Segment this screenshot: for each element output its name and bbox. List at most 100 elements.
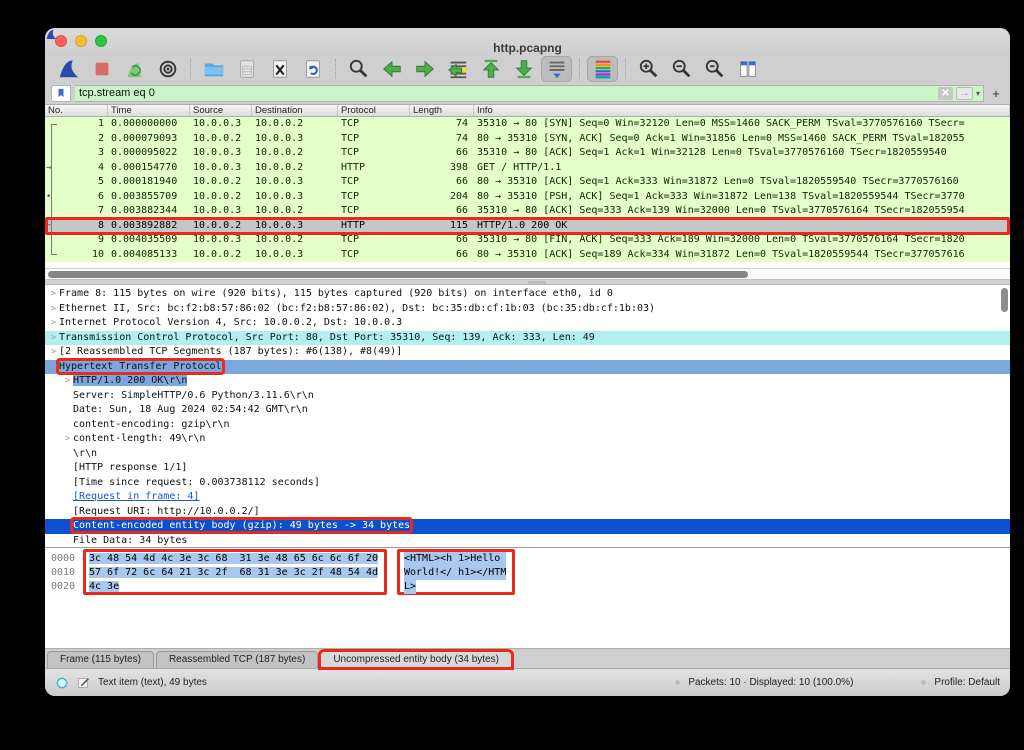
display-filter-input[interactable]: tcp.stream eq 0 ✕ → ▾	[75, 85, 984, 102]
packet-source: 10.0.0.3	[190, 233, 252, 248]
column-header[interactable]: Protocol	[338, 105, 410, 116]
column-header[interactable]: Length	[410, 105, 474, 116]
colorize-packets-icon[interactable]	[587, 56, 618, 82]
filter-bookmark-button[interactable]	[51, 85, 71, 102]
packet-length: 66	[410, 204, 474, 219]
table-row[interactable]: •6 0.003855709 10.0.0.2 10.0.0.3 TCP 204…	[45, 190, 1010, 205]
detail-tree-line[interactable]: >HTTP/1.0 200 OK\r\n	[45, 374, 1010, 389]
close-file-icon[interactable]	[264, 56, 295, 82]
resize-columns-icon[interactable]	[732, 56, 763, 82]
column-header[interactable]: Info	[474, 105, 1010, 116]
expander-caret-icon[interactable]: >	[62, 374, 73, 389]
hex-bytes[interactable]: 4c 3e	[89, 581, 119, 592]
column-header[interactable]: No.	[45, 105, 108, 116]
detail-tree-line[interactable]: >Internet Protocol Version 4, Src: 10.0.…	[45, 316, 1010, 331]
detail-tree-line[interactable]: [Request in frame: 4]	[45, 490, 1010, 505]
detail-tree-line[interactable]: >Hypertext Transfer Protocol	[45, 360, 1010, 375]
packet-number: 7	[98, 205, 104, 216]
capture-comment-icon[interactable]	[77, 676, 90, 689]
restart-capture-icon[interactable]	[119, 56, 150, 82]
last-packet-icon[interactable]	[508, 56, 539, 82]
stop-capture-icon[interactable]	[86, 56, 117, 82]
go-to-packet-icon[interactable]	[442, 56, 473, 82]
find-packet-icon[interactable]	[343, 56, 374, 82]
expander-caret-icon[interactable]: >	[46, 361, 61, 372]
previous-packet-icon[interactable]	[376, 56, 407, 82]
byte-view-tab[interactable]: Uncompressed entity body (34 bytes)	[320, 651, 512, 668]
table-row[interactable]: 10 0.004085133 10.0.0.2 10.0.0.3 TCP 66 …	[45, 248, 1010, 263]
filter-apply-icon[interactable]: →	[956, 87, 973, 100]
byte-view-tabs: Frame (115 bytes) Reassembled TCP (187 b…	[45, 648, 1010, 668]
detail-tree-line[interactable]: >[2 Reassembled TCP Segments (187 bytes)…	[45, 345, 1010, 360]
byte-view-tab[interactable]: Reassembled TCP (187 bytes)	[156, 651, 318, 668]
auto-scroll-icon[interactable]	[541, 56, 572, 82]
detail-text: Transmission Control Protocol, Src Port:…	[59, 332, 595, 343]
zoom-out-icon[interactable]	[666, 56, 697, 82]
expander-caret-icon[interactable]: >	[48, 316, 59, 331]
expander-caret-icon[interactable]: >	[48, 345, 59, 360]
expert-info-icon[interactable]	[55, 676, 69, 690]
detail-text: content-length: 49\r\n	[73, 433, 205, 444]
hex-ascii[interactable]: L>	[404, 580, 416, 594]
column-header[interactable]: Destination	[252, 105, 338, 116]
profile-status[interactable]: Profile: Default	[934, 677, 1000, 688]
table-row[interactable]: 5 0.000181940 10.0.0.2 10.0.0.3 TCP 66 8…	[45, 175, 1010, 190]
column-header[interactable]: Source	[190, 105, 252, 116]
scrollbar-thumb[interactable]	[48, 271, 748, 278]
hex-ascii[interactable]: World!</ h1></HTM	[404, 566, 506, 580]
first-packet-icon[interactable]	[475, 56, 506, 82]
capture-options-icon[interactable]	[152, 56, 183, 82]
hex-row[interactable]: 001057 6f 72 6c 64 21 3c 2f 68 31 3e 3c …	[45, 566, 1010, 580]
filter-add-button[interactable]: +	[988, 86, 1004, 101]
detail-tree-line[interactable]: [HTTP response 1/1]	[45, 461, 1010, 476]
hex-row[interactable]: 00204c 3eL>	[45, 580, 1010, 594]
detail-text: File Data: 34 bytes	[73, 535, 187, 546]
table-row[interactable]: 1 0.000000000 10.0.0.3 10.0.0.2 TCP 74 3…	[45, 117, 1010, 132]
table-row[interactable]: 2 0.000079093 10.0.0.2 10.0.0.3 TCP 74 8…	[45, 132, 1010, 147]
packet-source: 10.0.0.2	[190, 132, 252, 147]
expander-caret-icon[interactable]: >	[48, 302, 59, 317]
detail-tree-line[interactable]: [Time since request: 0.003738112 seconds…	[45, 476, 1010, 491]
hex-bytes[interactable]: 3c 48 54 4d 4c 3e 3c 68 31 3e 48 65 6c 6…	[89, 553, 378, 564]
detail-tree-line[interactable]: content-encoding: gzip\r\n	[45, 418, 1010, 433]
open-file-icon[interactable]	[198, 56, 229, 82]
table-row[interactable]: 3 0.000095022 10.0.0.3 10.0.0.2 TCP 66 3…	[45, 146, 1010, 161]
detail-tree-line[interactable]: File Data: 34 bytes	[45, 534, 1010, 548]
byte-view-tab[interactable]: Frame (115 bytes)	[47, 651, 154, 668]
detail-tree-line[interactable]: Content-encoded entity body (gzip): 49 b…	[45, 519, 1010, 534]
detail-tree-line[interactable]: >Transmission Control Protocol, Src Port…	[45, 331, 1010, 346]
expander-caret-icon[interactable]: >	[62, 432, 73, 447]
packet-number: 2	[98, 133, 104, 144]
zoom-reset-icon[interactable]	[699, 56, 730, 82]
zoom-in-icon[interactable]	[633, 56, 664, 82]
detail-tree-line[interactable]: [Request URI: http://10.0.0.2/]	[45, 505, 1010, 520]
table-row[interactable]: ─8 0.003892882 10.0.0.2 10.0.0.3 HTTP 11…	[45, 219, 1010, 234]
table-row[interactable]: 9 0.004035509 10.0.0.3 10.0.0.2 TCP 66 3…	[45, 233, 1010, 248]
packet-info: 35310 → 80 [ACK] Seq=1 Ack=1 Win=32128 L…	[474, 146, 1010, 161]
hex-bytes[interactable]: 57 6f 72 6c 64 21 3c 2f 68 31 3e 3c 2f 4…	[89, 567, 378, 578]
hex-dump-pane: 00003c 48 54 4d 4c 3e 3c 68 31 3e 48 65 …	[45, 547, 1010, 648]
hex-ascii[interactable]: <HTML><h 1>Hello	[404, 552, 506, 566]
packet-number: 6	[98, 191, 104, 202]
detail-tree-line[interactable]: Date: Sun, 18 Aug 2024 02:54:42 GMT\r\n	[45, 403, 1010, 418]
filter-dropdown-icon[interactable]: ▾	[976, 89, 980, 98]
detail-tree-line[interactable]: >Ethernet II, Src: bc:f2:b8:57:86:02 (bc…	[45, 302, 1010, 317]
table-row[interactable]: 7 0.003882344 10.0.0.3 10.0.0.2 TCP 66 3…	[45, 204, 1010, 219]
packet-length: 74	[410, 132, 474, 147]
next-packet-icon[interactable]	[409, 56, 440, 82]
detail-tree-line[interactable]: >Frame 8: 115 bytes on wire (920 bits), …	[45, 287, 1010, 302]
table-row[interactable]: →4 0.000154770 10.0.0.3 10.0.0.2 HTTP 39…	[45, 161, 1010, 176]
expander-caret-icon[interactable]: >	[48, 331, 59, 346]
wireshark-fin-icon[interactable]	[53, 56, 84, 82]
column-header[interactable]: Time	[108, 105, 190, 116]
filter-clear-icon[interactable]: ✕	[938, 87, 953, 100]
reload-file-icon[interactable]	[297, 56, 328, 82]
hex-row[interactable]: 00003c 48 54 4d 4c 3e 3c 68 31 3e 48 65 …	[45, 552, 1010, 566]
detail-tree-line[interactable]: >content-length: 49\r\n	[45, 432, 1010, 447]
packet-destination: 10.0.0.3	[252, 132, 338, 147]
detail-tree-line[interactable]: Server: SimpleHTTP/0.6 Python/3.11.6\r\n	[45, 389, 1010, 404]
save-file-icon[interactable]	[231, 56, 262, 82]
expander-caret-icon[interactable]: >	[48, 287, 59, 302]
detail-tree-line[interactable]: \r\n	[45, 447, 1010, 462]
vertical-scrollbar-thumb[interactable]	[1001, 288, 1008, 312]
